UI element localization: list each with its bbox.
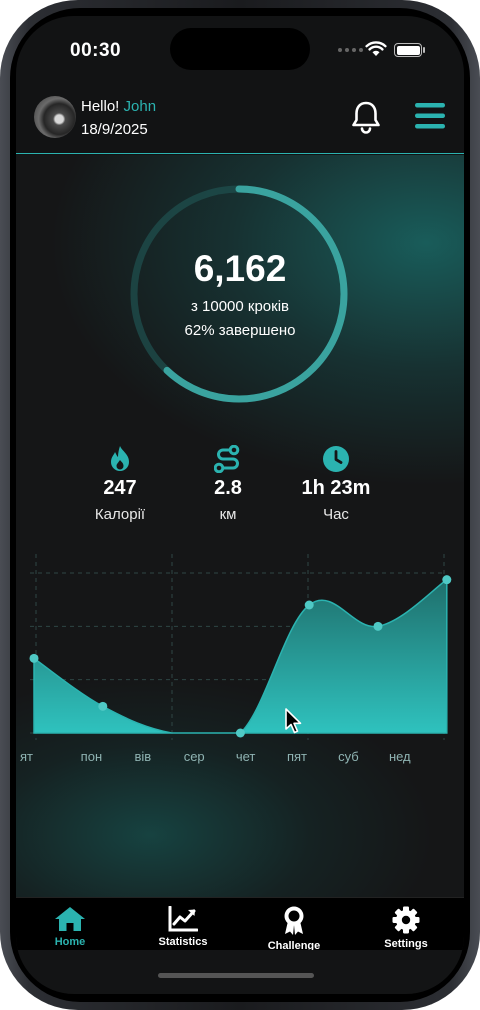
mouse-cursor-icon [285, 708, 302, 734]
metric-value: 1h 23m [301, 477, 371, 499]
chart-area [33, 578, 448, 734]
metric-time: 1h 23m Час [276, 445, 396, 523]
home-indicator[interactable] [158, 973, 314, 978]
x-tick-label: вів [134, 749, 151, 764]
chart-point-сер[interactable] [235, 728, 245, 738]
cellular-signal-icon [338, 48, 363, 52]
bell-icon[interactable] [350, 100, 382, 134]
metric-calories: 247 Калорії [60, 445, 180, 523]
steps-percent: 62% завершено [184, 322, 296, 339]
metric-value: 247 [103, 477, 137, 499]
chart-point-чет[interactable] [304, 600, 314, 610]
chart-point-суб[interactable] [442, 575, 452, 585]
route-icon [214, 445, 240, 473]
nav-label: Statistics [158, 936, 208, 948]
x-tick-label: нед [389, 749, 411, 764]
nav-home[interactable]: Home [20, 906, 120, 948]
dashboard-content: 6,162 з 10000 кроків 62% завершено 247 К… [16, 155, 464, 897]
header: Hello! John 18/9/2025 [16, 86, 464, 154]
battery-icon [394, 43, 422, 57]
chart-x-ticks: ят пон вів сер чет пят суб нед [20, 749, 411, 764]
steps-count: 6,162 [193, 248, 287, 289]
status-bar: 00:30 [16, 16, 464, 86]
chart-point-пят[interactable] [373, 621, 383, 631]
gear-icon [392, 906, 420, 934]
award-icon [284, 906, 304, 935]
x-tick-label: суб [338, 749, 359, 764]
dynamic-island [170, 28, 310, 70]
nav-statistics[interactable]: Statistics [133, 906, 233, 948]
user-name: John [123, 98, 157, 115]
statistics-icon [168, 906, 198, 932]
nav-label: Settings [384, 938, 428, 950]
greeting-text: Hello! [81, 98, 120, 115]
steps-progress-ring [130, 185, 348, 403]
header-date: 18/9/2025 [81, 121, 148, 138]
x-tick-label: пят [287, 749, 307, 764]
x-tick-label: ят [20, 749, 33, 764]
metric-value: 2.8 [214, 477, 242, 499]
nav-settings[interactable]: Settings [356, 906, 456, 950]
app-screen: 00:30 Hello! John 18/9/2025 6,162 з 1000… [16, 16, 464, 994]
chart-point-пон[interactable] [98, 701, 108, 711]
bottom-nav: Home Statistics Challenge Settings [16, 897, 464, 994]
wifi-icon [365, 41, 387, 56]
home-icon [55, 907, 85, 931]
weekly-steps-chart: ят пон вів сер чет пят суб нед [20, 554, 452, 764]
status-time: 00:30 [70, 40, 122, 61]
metric-distance: 2.8 км [168, 445, 288, 523]
x-tick-label: сер [184, 749, 205, 764]
clock-icon [323, 446, 349, 472]
greeting: Hello! John [81, 98, 156, 115]
x-tick-label: чет [236, 749, 256, 764]
chart-point-нд[interactable] [29, 653, 39, 663]
menu-icon[interactable] [415, 101, 445, 131]
metric-label: Калорії [94, 506, 146, 523]
metric-label: Час [323, 506, 349, 523]
metric-label: км [219, 506, 237, 523]
avatar[interactable] [34, 96, 76, 138]
x-tick-label: пон [81, 749, 102, 764]
steps-goal: з 10000 кроків [190, 298, 290, 315]
nav-challenge[interactable]: Challenge [244, 906, 344, 952]
flame-icon [111, 446, 129, 471]
nav-label: Home [54, 936, 86, 948]
